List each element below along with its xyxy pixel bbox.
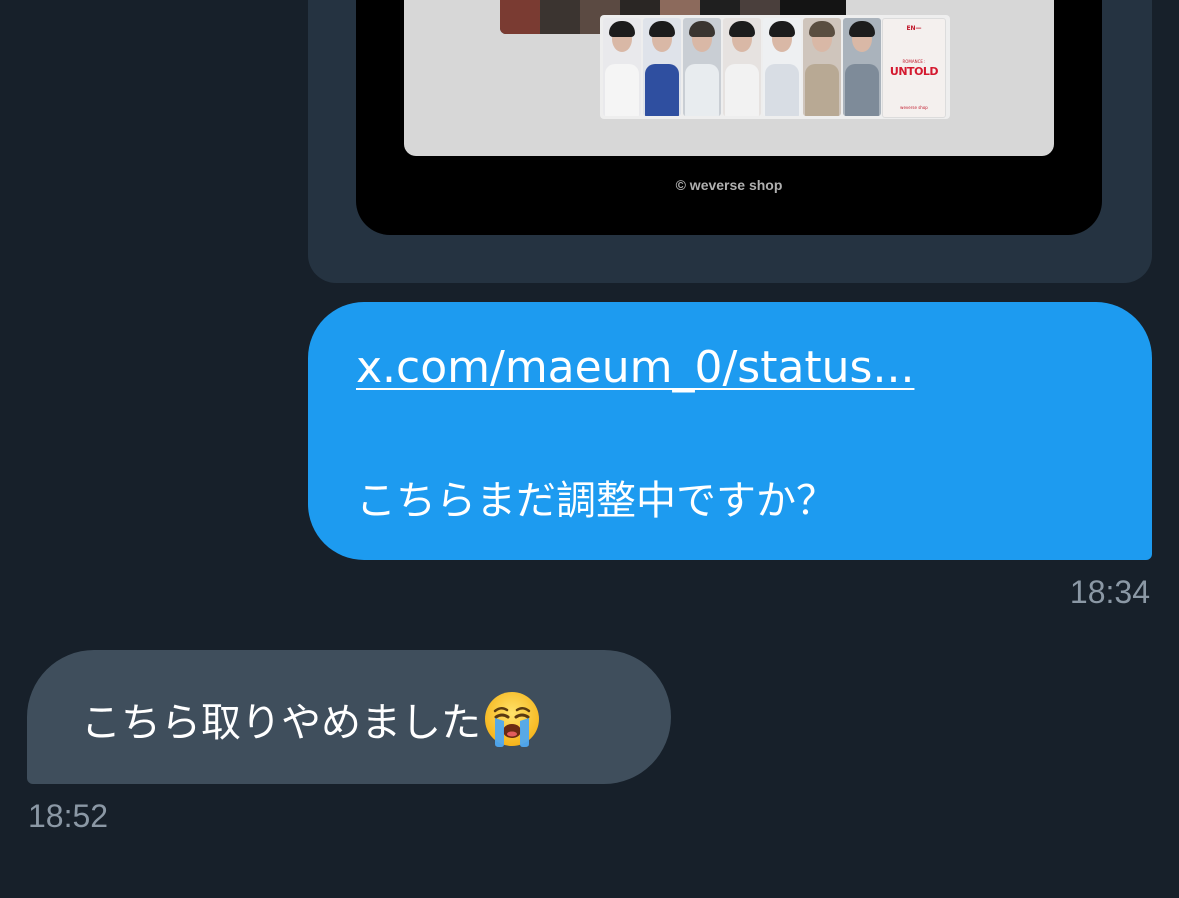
incoming-message-text: こちら取りやめました bbox=[81, 700, 481, 746]
photocard bbox=[723, 18, 761, 116]
outgoing-timestamp: 18:34 bbox=[1069, 574, 1150, 610]
photocard bbox=[643, 18, 681, 116]
incoming-message: こちら取りやめました bbox=[81, 690, 541, 748]
incoming-timestamp: 18:52 bbox=[28, 798, 109, 834]
album-title: UNTOLD bbox=[889, 65, 939, 78]
photocard bbox=[803, 18, 841, 116]
preview-image: EN— ROMANCE : UNTOLD weverse shop bbox=[404, 0, 1054, 156]
dm-conversation: EN— ROMANCE : UNTOLD weverse shop © weve… bbox=[0, 0, 1179, 898]
preview-image-frame[interactable]: EN— ROMANCE : UNTOLD weverse shop © weve… bbox=[356, 0, 1102, 235]
photocard-row: EN— ROMANCE : UNTOLD weverse shop bbox=[600, 15, 950, 119]
album-shop: weverse shop bbox=[900, 105, 928, 110]
photocard bbox=[603, 18, 641, 116]
album-subtitle: ROMANCE : bbox=[902, 59, 926, 64]
preview-copyright: © weverse shop bbox=[675, 177, 783, 193]
outgoing-message-bubble[interactable]: x.com/maeum_0/status... こちらまだ調整中ですか？ bbox=[308, 302, 1152, 560]
photocard bbox=[763, 18, 801, 116]
message-link[interactable]: x.com/maeum_0/status... bbox=[356, 342, 914, 393]
album-logo: EN— bbox=[906, 25, 922, 32]
incoming-message-bubble[interactable]: こちら取りやめました bbox=[27, 650, 671, 784]
album-card: EN— ROMANCE : UNTOLD weverse shop bbox=[882, 18, 946, 118]
outgoing-message-text: こちらまだ調整中ですか？ bbox=[356, 478, 836, 524]
photocard bbox=[843, 18, 881, 116]
photocard bbox=[683, 18, 721, 116]
link-preview-card[interactable]: EN— ROMANCE : UNTOLD weverse shop © weve… bbox=[308, 0, 1152, 283]
loudly-crying-face-icon bbox=[483, 690, 541, 748]
